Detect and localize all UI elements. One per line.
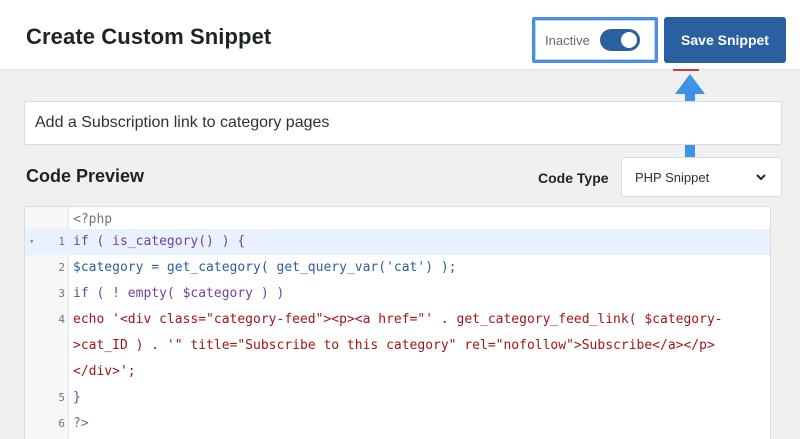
code-line: 3 if ( ! empty( $category ) ) [25, 281, 770, 307]
code-line: 5 } [25, 385, 770, 411]
code-text: if ( ! empty( $category ) ) [73, 286, 285, 301]
code-text: echo '<div class="category-feed"><p><a h… [73, 312, 723, 327]
code-text: ?> [73, 416, 89, 431]
status-toggle-highlight[interactable]: Inactive [532, 17, 658, 63]
line-number: 6 [58, 417, 65, 430]
code-line: >cat_ID ) . '" title="Subscribe to this … [25, 333, 770, 359]
line-number: 5 [58, 391, 65, 404]
code-text: if ( is_category() ) { [73, 234, 246, 249]
code-type-value: PHP Snippet [635, 169, 710, 185]
page-header: Create Custom Snippet Inactive Save Snip… [0, 0, 800, 70]
active-toggle-switch[interactable] [599, 29, 640, 51]
code-text: </div>'; [73, 364, 136, 379]
status-label: Inactive [545, 32, 590, 48]
code-line: 6 ?> [25, 411, 770, 437]
code-text: >cat_ID ) . '" title="Subscribe to this … [73, 338, 715, 353]
save-snippet-button[interactable]: Save Snippet [664, 17, 786, 63]
code-preview-title: Code Preview [26, 166, 145, 186]
page-title: Create Custom Snippet [26, 24, 272, 49]
code-text: $category = get_category( get_query_var(… [73, 260, 457, 275]
line-number: 2 [58, 261, 65, 274]
code-type-label: Code Type [538, 170, 609, 186]
line-number: 4 [58, 313, 65, 326]
code-line: ▾ 1 if ( is_category() ) { [25, 229, 770, 255]
code-type-select[interactable]: PHP Snippet [621, 157, 782, 197]
code-line: 2 $category = get_category( get_query_va… [25, 255, 770, 281]
fold-arrow-icon[interactable]: ▾ [29, 229, 34, 255]
line-number: 3 [58, 287, 65, 300]
toggle-knob [620, 32, 637, 48]
code-line: 4 echo '<div class="category-feed"><p><a… [25, 307, 770, 333]
button-underline [673, 69, 699, 71]
code-text: } [73, 390, 81, 405]
chevron-down-icon [756, 174, 766, 181]
line-number: 1 [58, 235, 65, 248]
snippet-title-input[interactable]: Add a Subscription link to category page… [24, 101, 782, 145]
code-line: </div>'; [25, 359, 770, 385]
code-editor[interactable]: <?php ▾ 1 if ( is_category() ) { 2 $cate… [24, 206, 771, 439]
